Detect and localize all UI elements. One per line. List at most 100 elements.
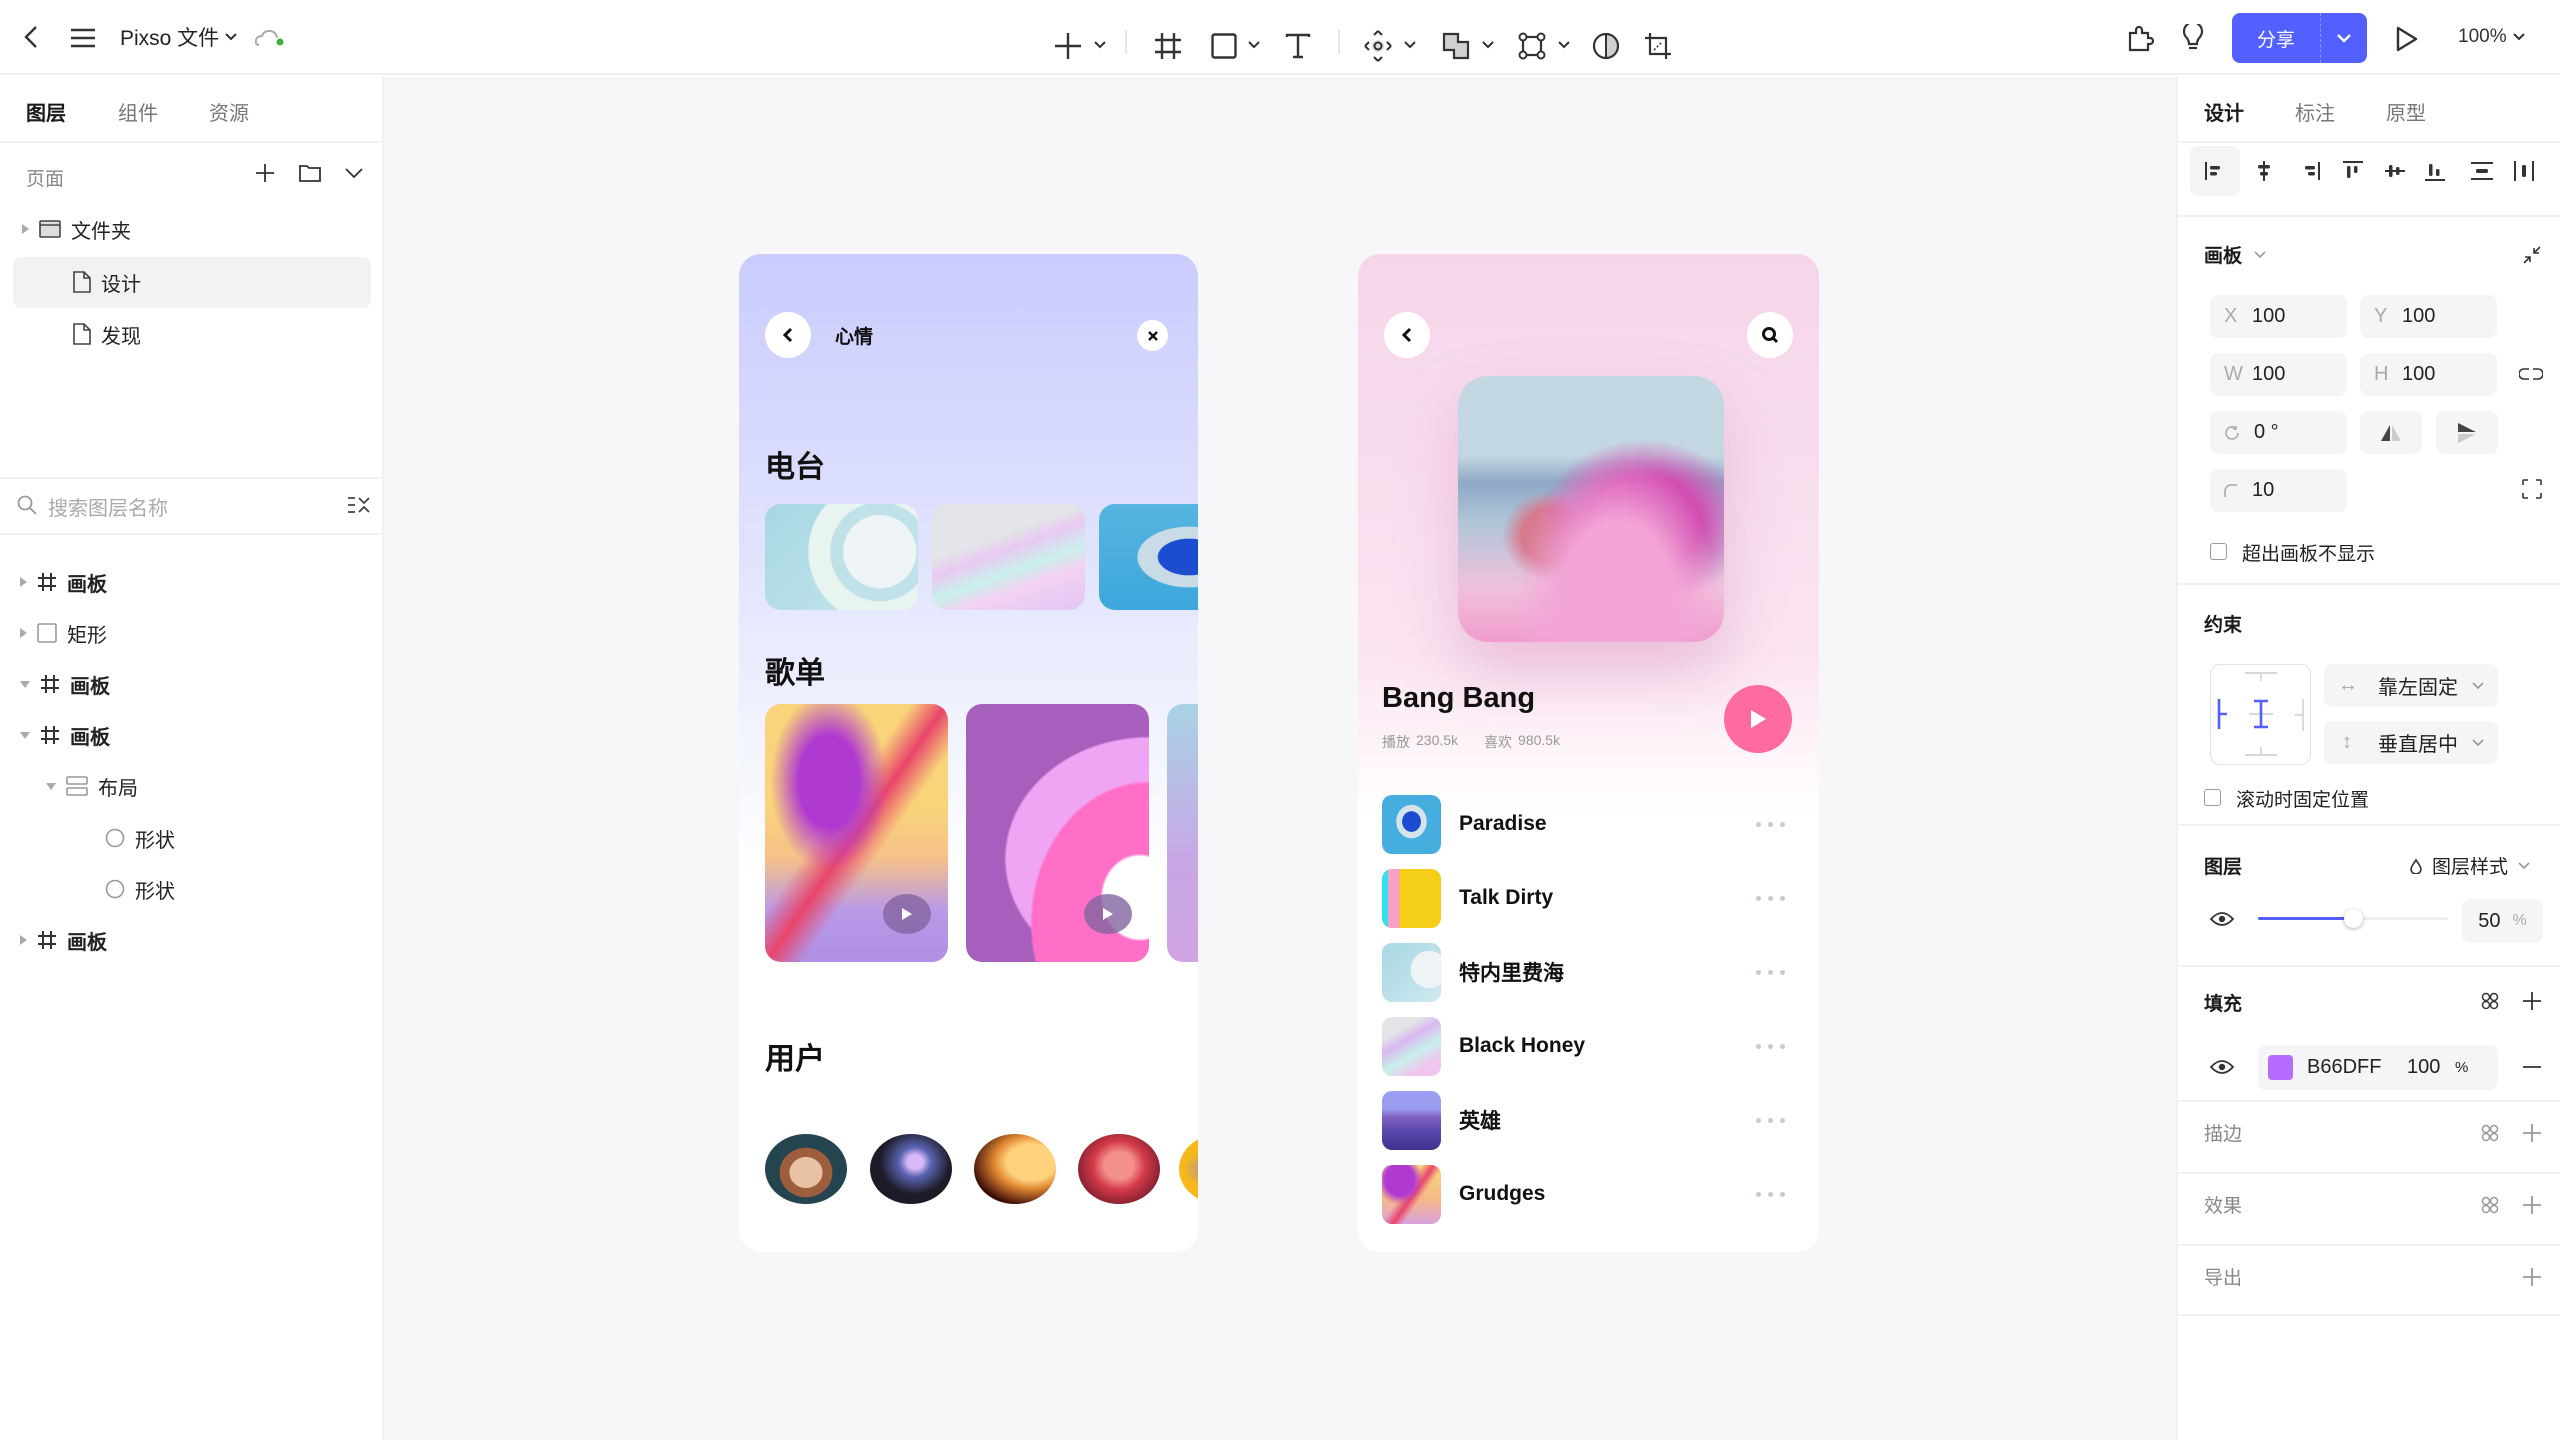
add-folder-icon[interactable] [298, 161, 322, 185]
expand-triangle-icon[interactable] [20, 935, 27, 945]
chevron-down-icon[interactable] [1402, 38, 1418, 52]
align-top-button[interactable] [2333, 151, 2373, 191]
chevron-down-icon[interactable] [1556, 38, 1572, 52]
h-input[interactable]: H 100 [2360, 353, 2497, 396]
collapse-triangle-icon[interactable] [46, 782, 56, 790]
lightbulb-icon[interactable] [2178, 22, 2208, 54]
mask-tool-icon[interactable] [1590, 30, 1622, 62]
vector-network-icon[interactable] [1516, 30, 1548, 62]
text-tool-icon[interactable] [1282, 30, 1314, 62]
share-button[interactable]: 分享 [2232, 13, 2367, 63]
chevron-down-icon[interactable] [1480, 38, 1496, 52]
expand-triangle-icon[interactable] [22, 224, 29, 234]
artboard-player[interactable]: Bang Bang 播放 230.5k 喜欢 980.5k Paradise T… [1358, 254, 1819, 1252]
flip-horizontal-button[interactable] [2360, 411, 2422, 454]
crop-tool-icon[interactable] [1642, 30, 1674, 62]
radio-card[interactable] [1099, 504, 1198, 610]
layer-row[interactable]: 形状 [105, 823, 175, 853]
layer-search-input[interactable]: 搜索图层名称 [0, 479, 382, 531]
style-library-icon[interactable] [2478, 1121, 2502, 1145]
layer-row[interactable]: 画板 [20, 720, 110, 750]
more-options-icon[interactable] [1756, 969, 1785, 975]
play-prototype-icon[interactable] [2392, 24, 2422, 54]
layer-row[interactable]: 形状 [105, 874, 175, 904]
song-row[interactable]: Grudges [1382, 1164, 1797, 1224]
user-avatar[interactable] [974, 1134, 1056, 1204]
plugin-icon[interactable] [2126, 24, 2156, 54]
share-dropdown[interactable] [2320, 13, 2367, 63]
play-button[interactable] [1724, 685, 1792, 753]
artboard-mood[interactable]: 心情 电台 歌单 用户 [739, 254, 1198, 1252]
flip-vertical-button[interactable] [2436, 411, 2498, 454]
playlist-card[interactable] [1167, 704, 1198, 962]
add-export-icon[interactable] [2520, 1265, 2544, 1289]
align-left-button[interactable] [2190, 146, 2240, 196]
style-library-icon[interactable] [2478, 989, 2502, 1013]
rotation-input[interactable]: 0 ° [2210, 411, 2347, 454]
style-library-icon[interactable] [2478, 1193, 2502, 1217]
clip-content-checkbox[interactable] [2210, 543, 2227, 560]
horizontal-constraint-select[interactable]: ↔ 靠左固定 [2324, 664, 2498, 707]
align-v-center-button[interactable] [2375, 151, 2415, 191]
song-row[interactable]: Paradise [1382, 794, 1797, 854]
canvas[interactable]: 心情 电台 歌单 用户 Bang Bang 播放 230.5k 喜欢 980.5… [384, 77, 2176, 1440]
page-item-design[interactable]: 设计 [73, 267, 141, 297]
chevron-down-icon[interactable] [1092, 38, 1108, 52]
add-fill-icon[interactable] [2520, 989, 2544, 1013]
add-effect-icon[interactable] [2520, 1193, 2544, 1217]
constraint-widget[interactable] [2210, 664, 2311, 765]
w-input[interactable]: W 100 [2210, 353, 2347, 396]
more-options-icon[interactable] [1756, 821, 1785, 827]
distribute-vertical-button[interactable] [2462, 151, 2502, 191]
file-title-dropdown[interactable]: Pixso 文件 [120, 22, 237, 52]
add-stroke-icon[interactable] [2520, 1121, 2544, 1145]
song-row[interactable]: 特内里费海 [1382, 942, 1797, 1002]
song-row[interactable]: Talk Dirty [1382, 868, 1797, 928]
tab-components[interactable]: 组件 [118, 97, 158, 126]
expand-triangle-icon[interactable] [20, 628, 27, 638]
opacity-input[interactable]: 50 % [2462, 899, 2543, 943]
remove-fill-icon[interactable] [2520, 1057, 2544, 1077]
user-avatar[interactable] [870, 1134, 952, 1204]
frame-type-dropdown[interactable]: 画板 [2204, 241, 2266, 268]
constrain-proportions-icon[interactable] [2518, 363, 2544, 385]
add-page-icon[interactable] [253, 161, 277, 185]
layer-row[interactable]: 画板 [20, 925, 107, 955]
play-button[interactable] [1084, 894, 1132, 934]
more-options-icon[interactable] [1756, 1043, 1785, 1049]
distribute-horizontal-button[interactable] [2504, 151, 2544, 191]
layer-style-dropdown[interactable]: 图层样式 [2410, 852, 2530, 879]
playlist-card[interactable] [765, 704, 948, 962]
more-options-icon[interactable] [1756, 1117, 1785, 1123]
collapse-triangle-icon[interactable] [20, 680, 30, 688]
page-item-discover[interactable]: 发现 [73, 319, 141, 349]
fill-color-swatch[interactable] [2268, 1055, 2293, 1080]
y-input[interactable]: Y 100 [2360, 295, 2497, 338]
song-row[interactable]: Black Honey [1382, 1016, 1797, 1076]
layer-row[interactable]: 矩形 [20, 618, 107, 648]
opacity-slider-handle[interactable] [2344, 909, 2363, 928]
opacity-slider[interactable] [2258, 909, 2448, 928]
tab-assets[interactable]: 资源 [209, 97, 249, 126]
play-button[interactable] [883, 894, 931, 934]
user-avatar[interactable] [1078, 1134, 1160, 1204]
song-row[interactable]: 英雄 [1382, 1090, 1797, 1150]
back-button[interactable] [1384, 312, 1430, 358]
expand-triangle-icon[interactable] [20, 577, 27, 587]
resize-to-fit-icon[interactable] [2520, 243, 2544, 267]
eye-icon[interactable] [2210, 1057, 2234, 1077]
back-button[interactable] [765, 312, 811, 358]
more-options-icon[interactable] [1756, 895, 1785, 901]
back-icon[interactable] [18, 22, 44, 52]
vertical-constraint-select[interactable]: ↕ 垂直居中 [2324, 721, 2498, 764]
align-h-center-button[interactable] [2244, 151, 2284, 191]
page-folder[interactable]: 文件夹 [22, 214, 131, 244]
layer-row[interactable]: 画板 [20, 669, 110, 699]
fill-color-input[interactable]: B66DFF 100 % [2258, 1045, 2498, 1090]
layer-row[interactable]: 布局 [46, 771, 138, 801]
playlist-card[interactable] [966, 704, 1149, 962]
user-avatar[interactable] [765, 1134, 847, 1204]
frame-tool-icon[interactable] [1152, 30, 1184, 62]
close-button[interactable] [1137, 320, 1168, 351]
corner-radius-input[interactable]: 10 [2210, 469, 2347, 512]
